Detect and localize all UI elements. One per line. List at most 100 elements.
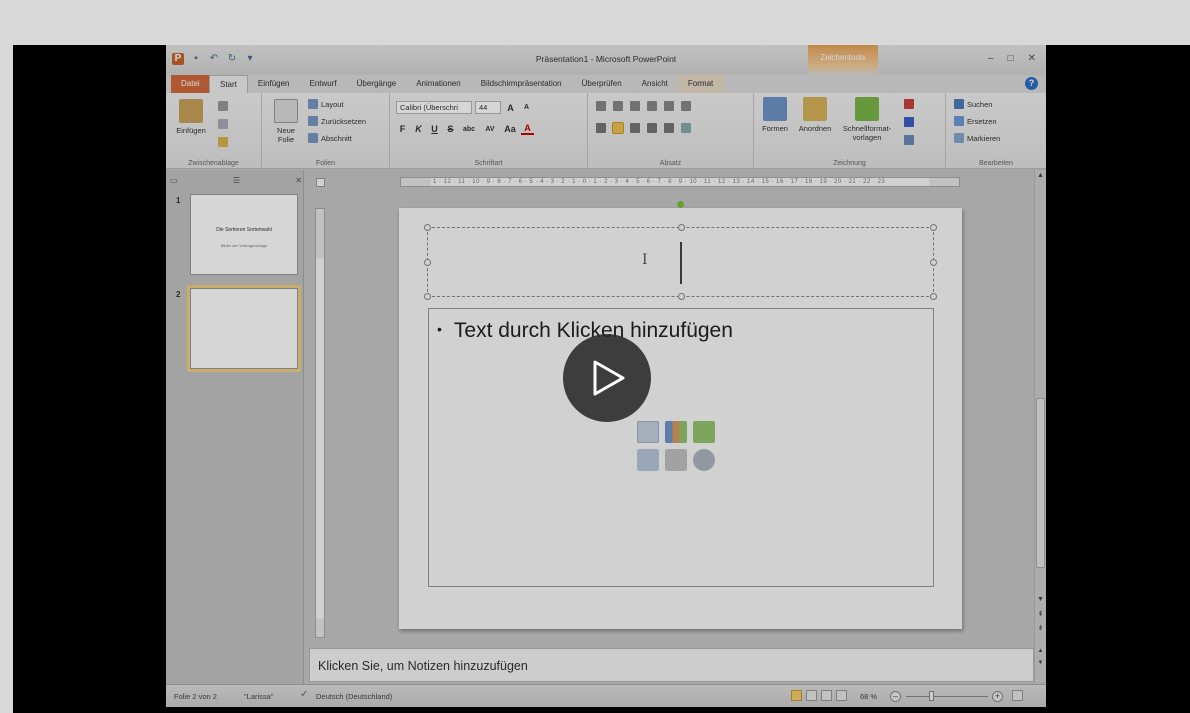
paste-button[interactable]: Einfügen [174,99,208,135]
vertical-scrollbar[interactable]: ▲ ▼ ⇞ ⇟ [1034,170,1046,648]
horizontal-ruler[interactable]: 1 · 12 · 11 · 10 · 9 · 8 · 7 · 6 · 5 · 4… [400,177,960,187]
change-case-button[interactable]: Aa [502,124,518,134]
rotation-handle[interactable] [677,201,684,208]
reading-view-icon[interactable] [821,690,832,701]
columns-icon[interactable] [664,123,674,133]
shape-fill-button[interactable] [904,99,914,109]
numbering-icon[interactable] [613,101,623,111]
tab-insert[interactable]: Einfügen [248,75,300,93]
shape-outline-button[interactable] [904,117,914,127]
cut-icon[interactable] [218,101,228,111]
prev-slide-icon[interactable]: ⇞ [1035,610,1046,618]
help-icon[interactable]: ? [1025,77,1038,90]
tab-start[interactable]: Start [209,75,248,93]
grow-font-button[interactable]: A [504,103,517,113]
outline-tab-icon[interactable]: ☰ [233,176,240,185]
minimize-button[interactable]: – [988,53,994,64]
next-slide-icon[interactable]: ⇟ [1035,624,1046,632]
decrease-indent-icon[interactable] [630,101,640,111]
underline-button[interactable]: U [428,124,441,134]
play-button[interactable] [563,334,651,422]
language-indicator[interactable]: Deutsch (Deutschland) [316,692,392,701]
shapes-button[interactable]: Formen [758,97,792,133]
align-center-icon[interactable] [612,122,624,134]
zoom-level[interactable]: 68 % [860,692,877,701]
zoom-slider[interactable] [906,696,988,697]
reset-button[interactable]: Zurücksetzen [308,116,366,126]
arrange-button[interactable]: Anordnen [796,97,834,133]
shadow-button[interactable]: abc [460,126,478,133]
spellcheck-icon[interactable]: ✓ [300,689,308,700]
slide-sorter-icon[interactable] [806,690,817,701]
resize-handle[interactable] [678,293,685,300]
slides-tab-icon[interactable]: ▭ [170,176,178,185]
media-icon[interactable] [693,449,715,471]
scroll-up-icon[interactable]: ▲ [1035,172,1046,179]
slide-thumbnail-2[interactable] [187,285,301,372]
notes-pane[interactable]: Klicken Sie, um Notizen hinzuzufügen [309,648,1034,682]
smartart-convert-icon[interactable] [681,123,691,133]
layout-button[interactable]: Layout [308,99,344,109]
close-pane-icon[interactable]: ✕ [295,176,302,185]
zoom-out-icon[interactable]: – [890,691,901,702]
strikethrough-button[interactable]: S [444,124,457,134]
ruler-corner[interactable] [316,178,325,187]
slideshow-view-icon[interactable] [836,690,847,701]
text-direction-icon[interactable] [681,101,691,111]
resize-handle[interactable] [424,259,431,266]
resize-handle[interactable] [424,224,431,231]
replace-button[interactable]: Ersetzen [954,116,997,126]
table-icon[interactable] [637,421,659,443]
normal-view-icon[interactable] [791,690,802,701]
title-placeholder[interactable]: I [424,224,937,300]
tab-view[interactable]: Ansicht [632,75,678,93]
chart-icon[interactable] [665,421,687,443]
tab-slideshow[interactable]: Bildschirmpräsentation [471,75,572,93]
tab-transitions[interactable]: Übergänge [347,75,407,93]
close-button[interactable]: ✕ [1028,53,1036,64]
increase-indent-icon[interactable] [647,101,657,111]
resize-handle[interactable] [678,224,685,231]
select-button[interactable]: Markieren [954,133,1000,143]
resize-handle[interactable] [930,259,937,266]
picture-icon[interactable] [637,449,659,471]
bold-button[interactable]: F [396,124,409,134]
clipart-icon[interactable] [665,449,687,471]
align-right-icon[interactable] [630,123,640,133]
tab-format[interactable]: Format [677,75,724,93]
tab-animations[interactable]: Animationen [406,75,470,93]
tab-design[interactable]: Entwurf [300,75,347,93]
shape-effects-button[interactable] [904,135,914,145]
quick-styles-button[interactable]: Schnellformat-vorlagen [838,97,896,142]
new-slide-button[interactable]: Neue Folie [268,99,304,144]
tab-review[interactable]: Überprüfen [572,75,632,93]
font-family-select[interactable]: Calibri (Überschri [396,101,472,114]
line-spacing-icon[interactable] [664,101,674,111]
copy-icon[interactable] [218,119,228,129]
scroll-down-icon[interactable]: ▼ [1035,596,1046,603]
smartart-icon[interactable] [693,421,715,443]
zoom-slider-knob[interactable] [929,691,934,701]
vertical-ruler[interactable] [315,208,325,638]
font-color-button[interactable]: A [521,123,534,135]
resize-handle[interactable] [930,224,937,231]
slide-thumbnail-1[interactable]: Die Sortieren Sortenwahl Bilder der Vort… [190,194,298,275]
font-size-select[interactable]: 44 [475,101,501,114]
section-button[interactable]: Abschnitt [308,133,352,143]
format-painter-icon[interactable] [218,137,228,147]
maximize-button[interactable]: □ [1008,53,1014,64]
italic-button[interactable]: K [412,124,425,134]
notes-scrollbar[interactable]: ▲ ▼ [1034,648,1046,682]
resize-handle[interactable] [424,293,431,300]
shrink-font-button[interactable]: A [520,104,533,111]
zoom-in-icon[interactable]: + [992,691,1003,702]
tab-file[interactable]: Datei [171,75,209,93]
scrollbar-thumb[interactable] [1036,398,1045,568]
content-placeholder[interactable]: • Text durch Klicken hinzufügen [428,308,934,587]
align-left-icon[interactable] [596,123,606,133]
bullets-icon[interactable] [596,101,606,111]
justify-icon[interactable] [647,123,657,133]
fit-to-window-icon[interactable] [1012,690,1023,701]
find-button[interactable]: Suchen [954,99,992,109]
slide-canvas[interactable]: I • Text durch Klicken hinzufügen [399,201,962,629]
